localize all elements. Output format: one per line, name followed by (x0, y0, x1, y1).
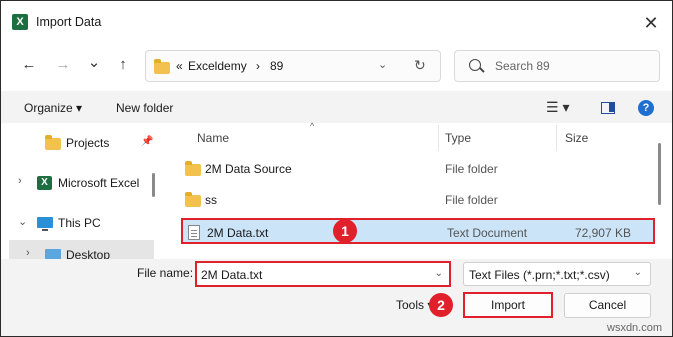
chevron-down-icon[interactable]: ⌄ (435, 268, 443, 279)
close-button[interactable]: ✕ (631, 9, 671, 37)
nav-item-microsoft-excel[interactable]: › X Microsoft Excel (1, 170, 146, 196)
title-bar: X Import Data ✕ (1, 1, 672, 41)
forward-arrow-icon[interactable]: → (53, 56, 73, 73)
preview-pane-icon[interactable] (601, 102, 615, 114)
file-list: ^ Name Type Size 2M Data Source File fol… (163, 121, 659, 259)
nav-item-projects[interactable]: Projects 📌 (9, 130, 154, 156)
file-type-value: Text Files (*.prn;*.txt;*.csv) (469, 268, 610, 282)
watermark: wsxdn.com (607, 322, 663, 334)
file-row-selected[interactable]: 2M Data.txt Text Document 72,907 KB (181, 218, 655, 244)
nav-item-label: Microsoft Excel (58, 176, 140, 190)
nav-item-label: Projects (66, 136, 110, 150)
search-input[interactable]: Search 89 (495, 59, 550, 73)
nav-scrollbar[interactable] (152, 173, 155, 197)
column-divider[interactable] (556, 125, 557, 151)
column-header-type[interactable]: Type (445, 131, 471, 145)
breadcrumb-89[interactable]: 89 (270, 59, 283, 73)
file-type: File folder (445, 193, 498, 207)
import-data-dialog: X Import Data ✕ ← → ⌄ ↑ « Exceldemy › 89… (0, 0, 673, 337)
recent-locations-icon[interactable]: ⌄ (84, 53, 104, 71)
navigation-pane: Projects 📌 › X Microsoft Excel ⌄ This PC… (1, 123, 161, 259)
search-icon (469, 59, 481, 71)
nav-item-label: This PC (58, 216, 101, 230)
file-name: 2M Data.txt (207, 226, 269, 240)
file-row[interactable]: 2M Data Source File folder (181, 156, 655, 182)
content-area: Projects 📌 › X Microsoft Excel ⌄ This PC… (1, 121, 672, 259)
file-name-field[interactable]: 2M Data.txt ⌄ (195, 261, 451, 287)
file-type: Text Document (447, 226, 528, 240)
column-header-size[interactable]: Size (565, 131, 588, 145)
import-button[interactable]: Import (463, 292, 553, 318)
folder-icon (45, 135, 61, 150)
excel-app-icon: X (12, 14, 28, 30)
file-name: 2M Data Source (205, 162, 292, 176)
sort-ascending-icon: ^ (310, 121, 315, 131)
chevron-right-icon[interactable]: › (18, 175, 22, 187)
step-badge-2: 2 (429, 293, 453, 317)
search-box[interactable]: Search 89 (454, 50, 660, 82)
pin-icon[interactable]: 📌 (141, 136, 153, 147)
breadcrumb-exceldemy[interactable]: Exceldemy (188, 59, 247, 73)
column-header-name[interactable]: Name (197, 131, 229, 145)
nav-item-label: Desktop (66, 248, 111, 259)
nav-item-desktop[interactable]: › Desktop (9, 240, 154, 259)
address-bar[interactable]: « Exceldemy › 89 ⌄ ↻ (145, 50, 441, 82)
file-list-scrollbar[interactable] (658, 143, 661, 205)
file-name: ss (205, 193, 217, 207)
window-title: Import Data (36, 15, 102, 29)
file-name-label: File name: (137, 266, 194, 280)
chevron-right-icon[interactable]: › (26, 247, 30, 259)
chevron-down-icon[interactable]: ⌄ (378, 58, 387, 71)
file-type: File folder (445, 162, 498, 176)
excel-icon: X (37, 176, 52, 190)
folder-icon (185, 161, 201, 176)
new-folder-button[interactable]: New folder (116, 101, 173, 115)
text-file-icon (188, 225, 200, 240)
command-bar: Organize ▾ New folder ☰ ▾ ? (1, 91, 672, 123)
file-size: 72,907 KB (574, 226, 631, 240)
breadcrumb-overflow[interactable]: « (176, 59, 183, 73)
back-arrow-icon[interactable]: ← (19, 56, 39, 73)
breadcrumb-separator: › (256, 59, 260, 73)
organize-button[interactable]: Organize ▾ (24, 101, 82, 115)
step-badge-1: 1 (333, 219, 357, 243)
help-icon[interactable]: ? (638, 100, 654, 116)
chevron-down-icon[interactable]: ⌄ (634, 267, 642, 278)
file-type-select[interactable]: Text Files (*.prn;*.txt;*.csv) ⌄ (463, 262, 651, 286)
refresh-icon[interactable]: ↻ (414, 57, 426, 74)
folder-icon (154, 59, 170, 74)
file-name-value: 2M Data.txt (201, 268, 263, 282)
up-arrow-icon[interactable]: ↑ (113, 56, 133, 73)
column-divider[interactable] (438, 125, 439, 151)
desktop-icon (45, 249, 61, 259)
chevron-down-icon[interactable]: ⌄ (18, 215, 27, 228)
folder-icon (185, 192, 201, 207)
nav-item-this-pc[interactable]: ⌄ This PC (1, 210, 146, 236)
cancel-button[interactable]: Cancel (564, 293, 651, 318)
file-row[interactable]: ss File folder (181, 187, 655, 213)
navigation-bar: ← → ⌄ ↑ « Exceldemy › 89 ⌄ ↻ Search 89 (1, 41, 672, 91)
view-options-icon[interactable]: ☰ ▾ (546, 99, 569, 116)
computer-icon (37, 217, 53, 231)
tools-button[interactable]: Tools ▾ (396, 298, 433, 312)
